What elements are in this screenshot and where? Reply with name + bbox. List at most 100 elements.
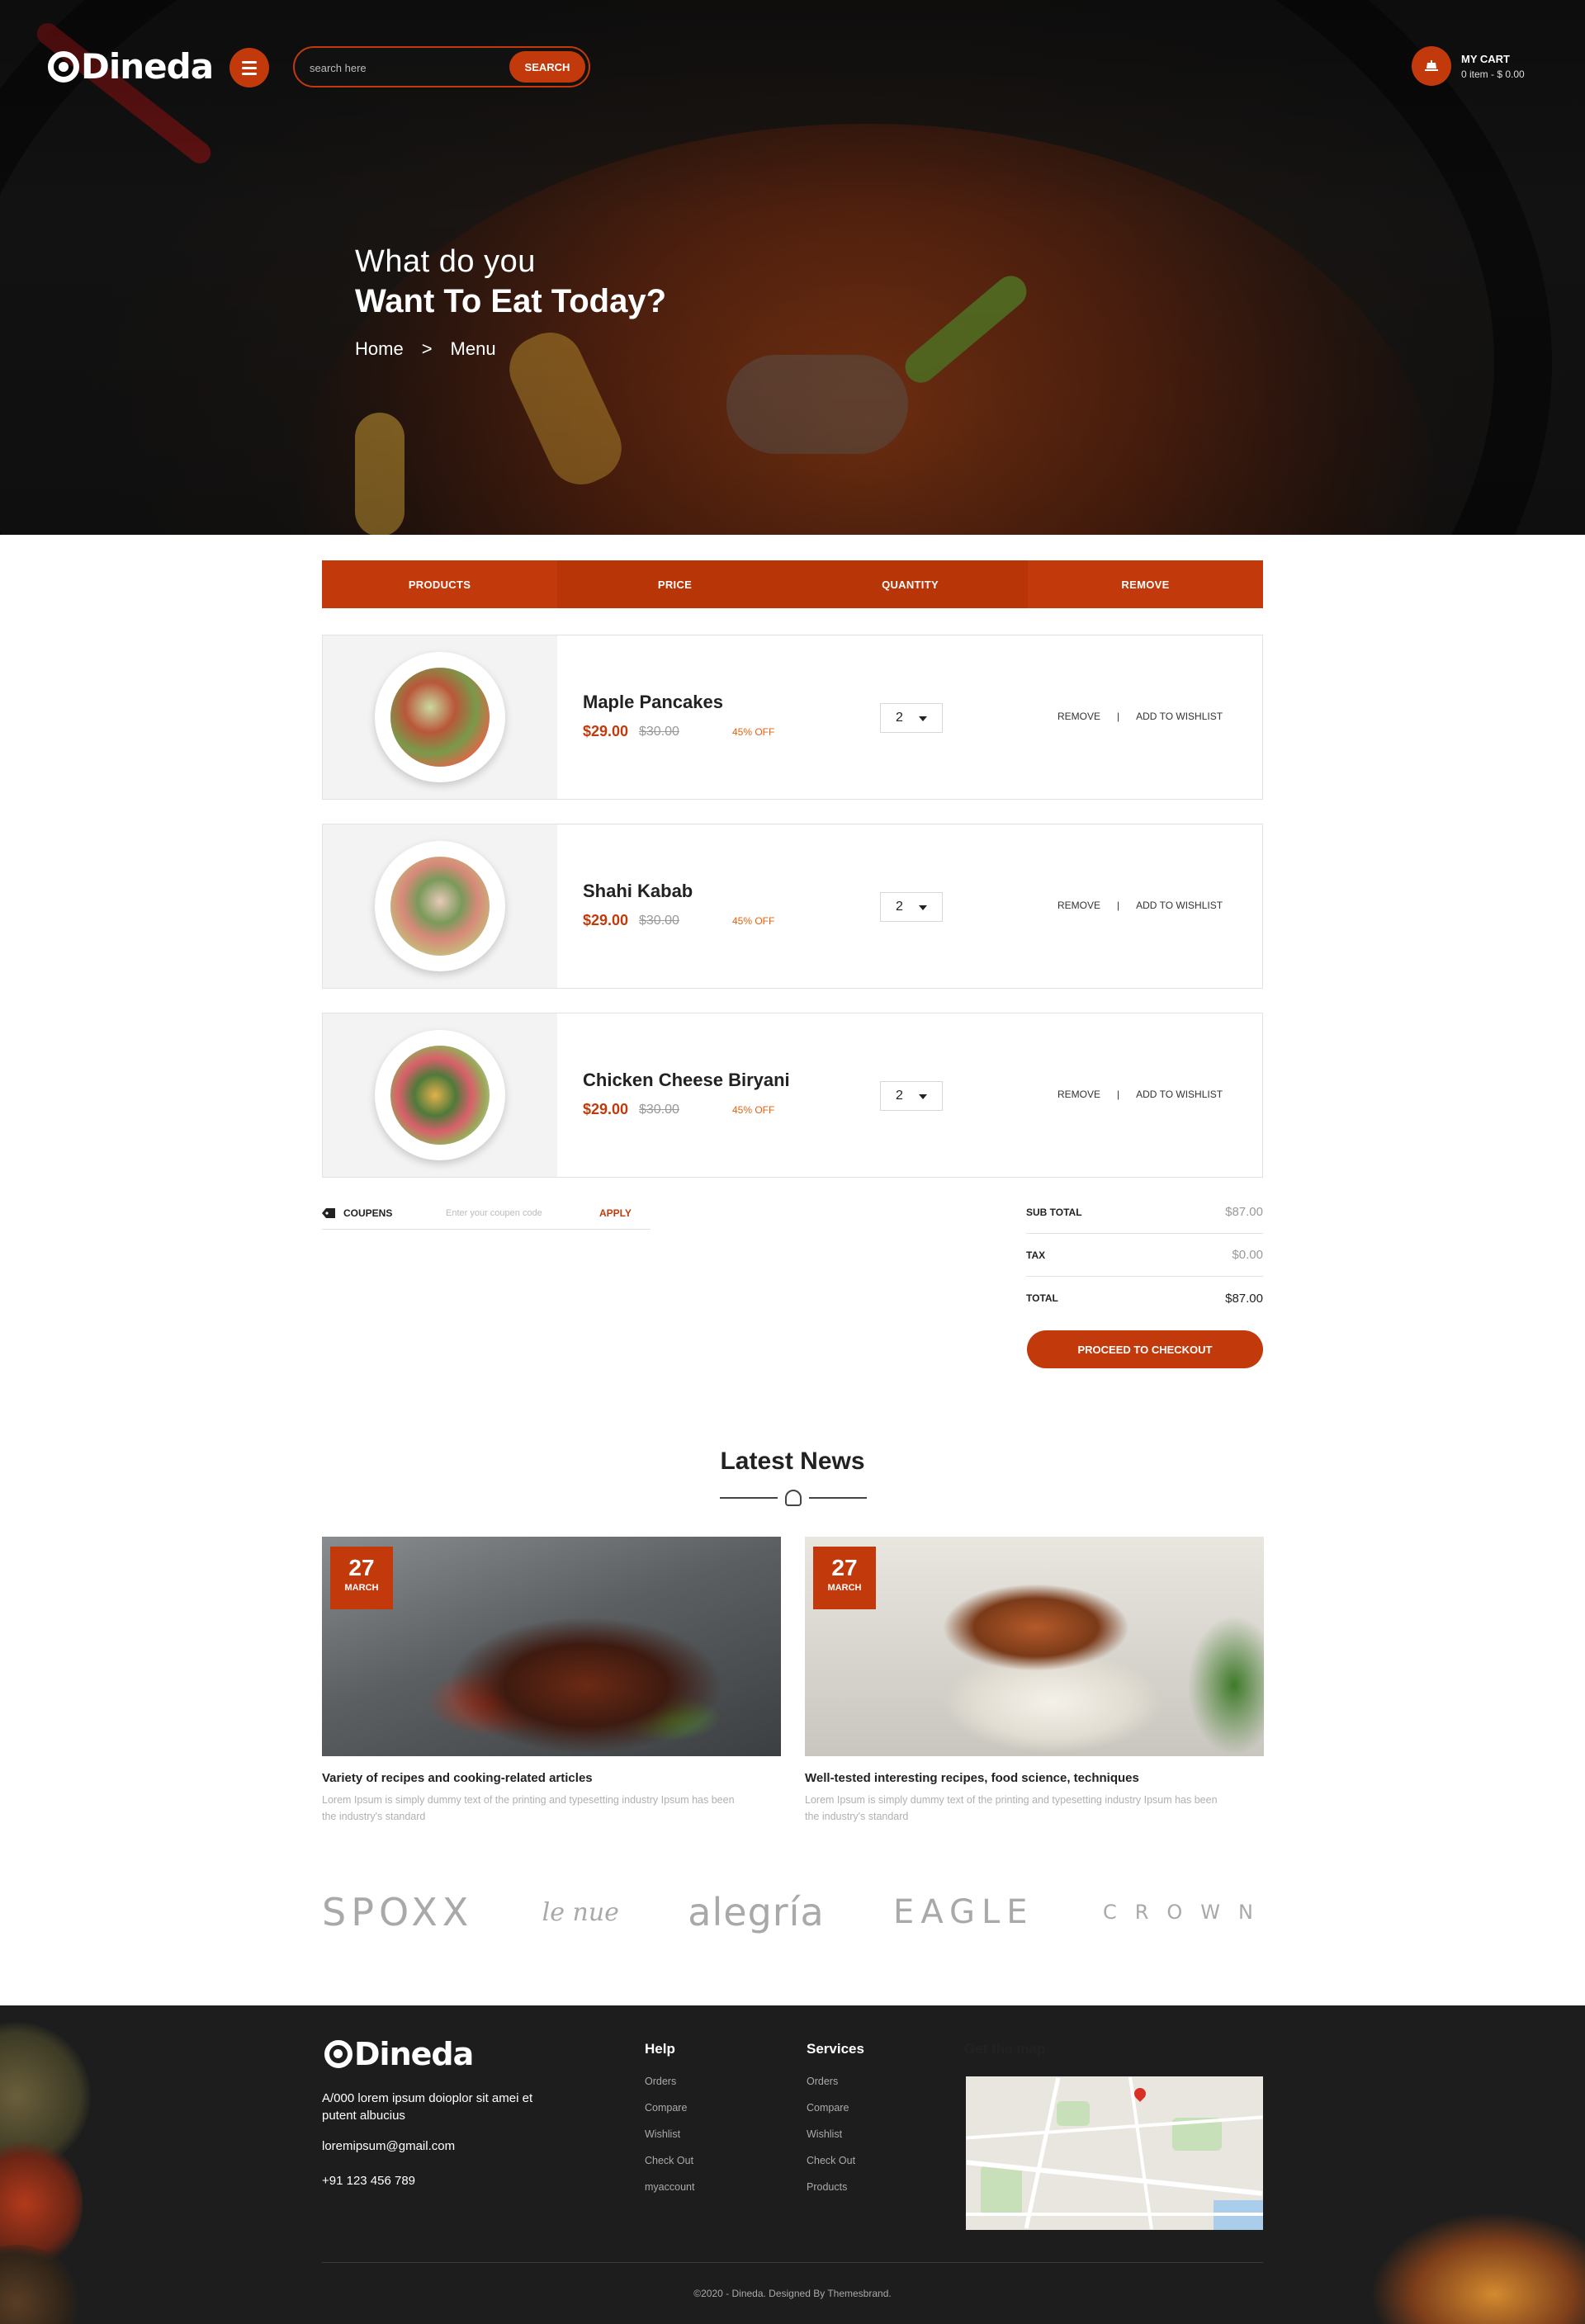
quantity-select[interactable]: 2 [880,1081,943,1111]
tax-line: TAX $0.00 [1026,1234,1263,1277]
add-to-wishlist-link[interactable]: ADD TO WISHLIST [1136,1089,1223,1100]
section-divider [720,1489,867,1507]
row-actions: REMOVE | ADD TO WISHLIST [1057,1089,1223,1100]
footer-link[interactable]: Products [807,2181,864,2208]
location-map[interactable] [966,2076,1263,2230]
col-quantity: QUANTITY [792,560,1028,608]
product-old-price: $30.00 [639,1103,679,1117]
product-old-price: $30.00 [639,914,679,928]
cart-summary: 0 item - $ 0.00 [1461,68,1525,80]
total-line: TOTAL $87.00 [1026,1291,1263,1306]
news-title[interactable]: Well-tested interesting recipes, food sc… [805,1771,1264,1785]
news-title[interactable]: Variety of recipes and cooking-related a… [322,1771,781,1785]
product-image [323,635,557,799]
proceed-to-checkout-button[interactable]: PROCEED TO CHECKOUT [1027,1330,1263,1368]
site-header: Dineda SEARCH MY CART 0 item - $ 0.00 [0,0,1585,132]
caret-down-icon [919,1094,927,1099]
discount-badge: 45% OFF [732,726,775,738]
footer-link[interactable]: Check Out [807,2155,864,2181]
col-products: PRODUCTS [408,578,471,591]
footer-link[interactable]: Compare [645,2102,694,2128]
hero-line2: Want To Eat Today? [355,283,667,319]
brand-logo[interactable]: SPOXX [322,1890,473,1934]
product-old-price: $30.00 [639,725,679,739]
footer-services-title: Services [807,2041,864,2057]
brand-logos: SPOXX le nue alegría EAGLE CROWN [322,1883,1271,1941]
footer-link[interactable]: myaccount [645,2181,694,2208]
row-actions: REMOVE | ADD TO WISHLIST [1057,711,1223,722]
footer-logo[interactable]: Dineda [324,2036,474,2072]
menu-button[interactable] [229,48,269,87]
news-card[interactable]: 27 MARCH Variety of recipes and cooking-… [322,1537,781,1825]
footer-map-title: Get the map [964,2041,1046,2057]
news-image: 27 MARCH [322,1537,781,1756]
footer-help-column: Help Orders Compare Wishlist Check Out m… [645,2041,694,2208]
cart-page: Dineda SEARCH MY CART 0 item - $ 0.00 Wh… [0,0,1585,2324]
product-name[interactable]: Maple Pancakes [583,692,723,713]
col-price: PRICE [557,560,792,608]
order-totals: SUB TOTAL $87.00 TAX $0.00 TOTAL $87.00 [1026,1191,1263,1320]
product-name[interactable]: Shahi Kabab [583,881,693,902]
cart-icon [1412,46,1451,86]
search-button[interactable]: SEARCH [509,51,585,83]
caret-down-icon [919,905,927,910]
cart-table-header: PRODUCTS PRICE QUANTITY REMOVE [322,560,1263,608]
row-actions: REMOVE | ADD TO WISHLIST [1057,900,1223,911]
mini-cart[interactable]: MY CART 0 item - $ 0.00 [1412,46,1525,86]
coupon-label: COUPENS [343,1207,393,1219]
brand-logo[interactable]: alegría [688,1890,824,1934]
logo-icon [48,50,79,83]
product-price: $29.00 [583,912,629,928]
add-to-wishlist-link[interactable]: ADD TO WISHLIST [1136,711,1223,722]
chef-hat-icon [785,1490,802,1506]
footer-link[interactable]: Wishlist [645,2128,694,2155]
product-image [323,824,557,988]
add-to-wishlist-link[interactable]: ADD TO WISHLIST [1136,900,1223,911]
footer-phone[interactable]: +91 123 456 789 [322,2174,415,2188]
quantity-select[interactable]: 2 [880,703,943,733]
footer-link[interactable]: Compare [807,2102,864,2128]
news-card[interactable]: 27 MARCH Well-tested interesting recipes… [805,1537,1264,1825]
hamburger-icon [242,60,257,64]
footer-link[interactable]: Orders [645,2076,694,2102]
footer-link[interactable]: Check Out [645,2155,694,2181]
brand-logo[interactable]: EAGLE [893,1893,1034,1931]
tag-icon [322,1207,335,1218]
footer-address: A/000 lorem ipsum doioplor sit amei et p… [322,2091,533,2123]
cart-title: MY CART [1461,52,1510,65]
product-name[interactable]: Chicken Cheese Biryani [583,1070,790,1091]
logo-icon [324,2040,352,2068]
brand-logo[interactable]: CROWN [1103,1901,1271,1924]
cart-row: Maple Pancakes $29.00 $30.00 45% OFF 2 R… [322,635,1263,800]
footer-email[interactable]: loremipsum@gmail.com [322,2139,455,2153]
search-bar: SEARCH [293,46,590,87]
footer-services-column: Services Orders Compare Wishlist Check O… [807,2041,864,2208]
apply-coupon-button[interactable]: APPLY [599,1207,632,1219]
total-value: $87.00 [1225,1291,1263,1306]
cart-row: Shahi Kabab $29.00 $30.00 45% OFF 2 REMO… [322,824,1263,989]
breadcrumb-home[interactable]: Home [355,338,404,360]
search-input[interactable] [310,58,499,78]
footer-link[interactable]: Orders [807,2076,864,2102]
col-remove: REMOVE [1121,578,1170,591]
breadcrumb-menu[interactable]: Menu [451,338,496,360]
discount-badge: 45% OFF [732,1104,775,1116]
copyright: ©2020 - Dineda. Designed By Themesbrand. [693,2288,892,2299]
remove-link[interactable]: REMOVE [1057,711,1100,722]
logo-text: Dineda [81,46,214,87]
subtotal-value: $87.00 [1225,1205,1263,1219]
chevron-right-icon: > [421,338,433,359]
footer-link[interactable]: Wishlist [807,2128,864,2155]
quantity-select[interactable]: 2 [880,892,943,922]
site-logo[interactable]: Dineda [48,46,214,87]
news-excerpt: Lorem Ipsum is simply dummy text of the … [805,1794,1218,1822]
remove-link[interactable]: REMOVE [1057,1089,1100,1100]
news-excerpt: Lorem Ipsum is simply dummy text of the … [322,1794,735,1822]
hero-heading: What do you Want To Eat Today? Home > Me… [355,244,666,360]
coupon-input[interactable] [446,1205,578,1221]
brand-logo[interactable]: le nue [542,1898,619,1927]
caret-down-icon [919,716,927,721]
coupon-form: COUPENS APPLY [322,1197,651,1230]
hero-line1: What do you [355,244,536,279]
remove-link[interactable]: REMOVE [1057,900,1100,911]
